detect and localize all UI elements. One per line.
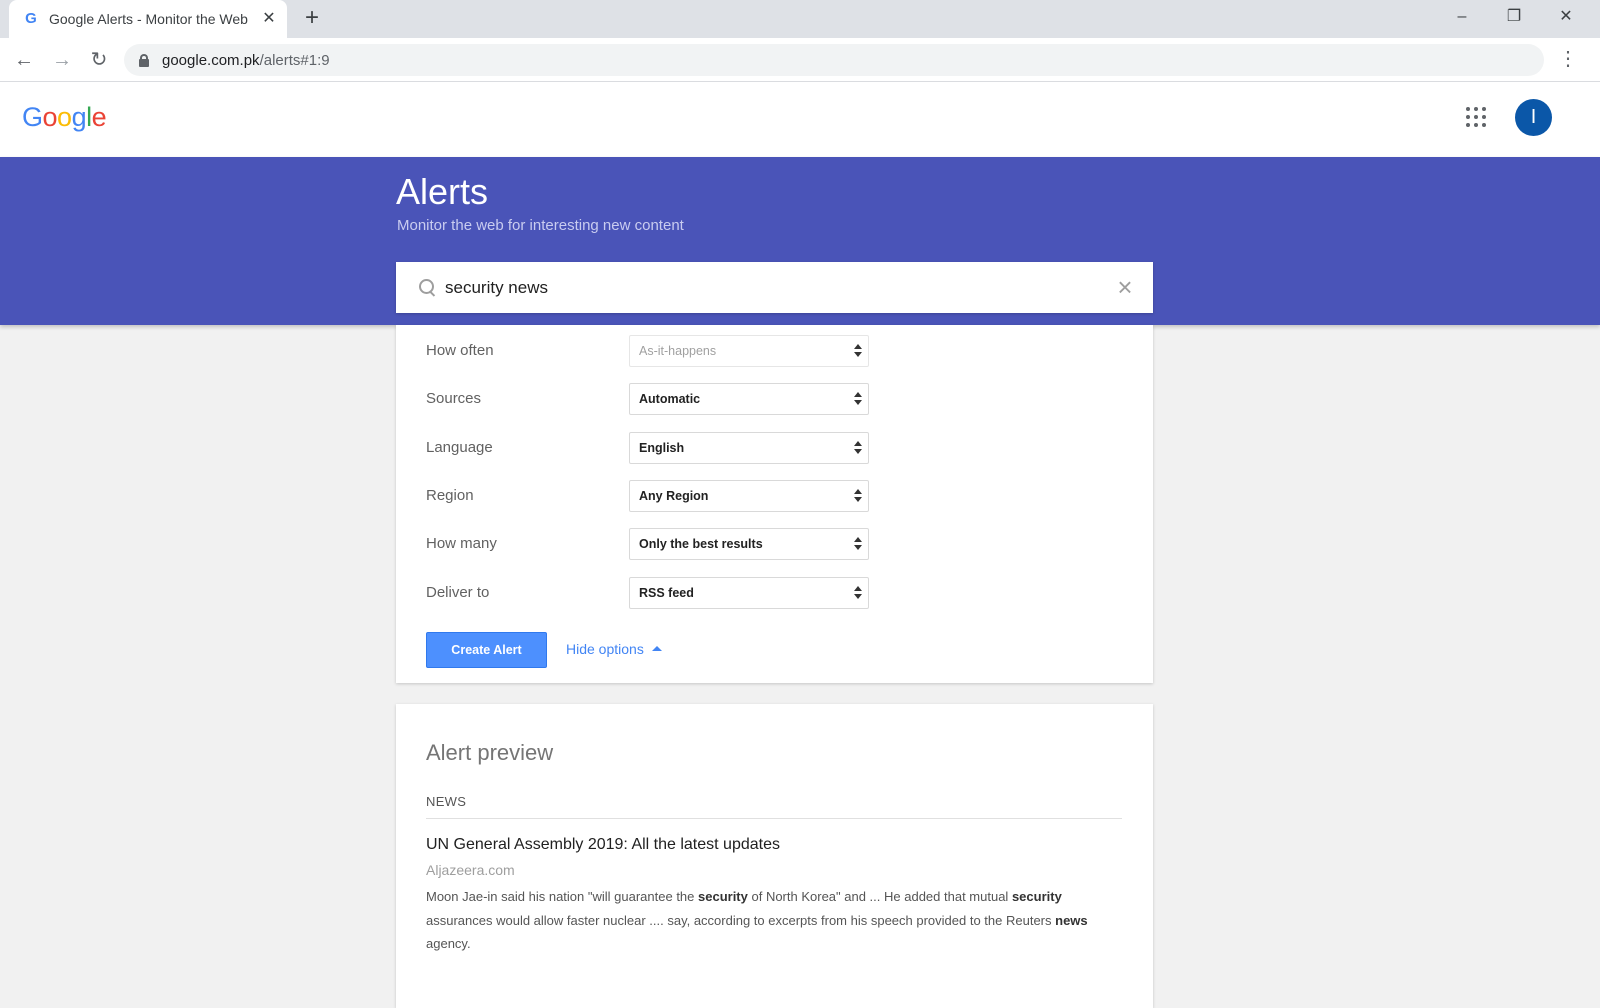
option-label: Language bbox=[426, 439, 493, 456]
section-divider bbox=[426, 818, 1122, 819]
logo-letter: o bbox=[42, 102, 58, 132]
how-often-select[interactable]: As-it-happens bbox=[629, 335, 869, 367]
select-value: RSS feed bbox=[639, 586, 694, 600]
new-tab-button[interactable]: + bbox=[300, 6, 324, 31]
sources-select[interactable]: Automatic bbox=[629, 383, 869, 415]
account-avatar[interactable]: I bbox=[1515, 99, 1552, 136]
logo-letter: o bbox=[57, 102, 72, 132]
browser-menu-icon[interactable]: ⋮ bbox=[1558, 48, 1578, 72]
option-row-deliver-to: Deliver to RSS feed bbox=[426, 577, 1126, 609]
select-value: As-it-happens bbox=[639, 344, 717, 358]
apps-grid-icon[interactable] bbox=[1466, 107, 1486, 127]
snippet-text: assurances would allow faster nuclear ..… bbox=[426, 912, 1056, 928]
option-label: Region bbox=[426, 487, 474, 504]
logo-letter: G bbox=[22, 102, 43, 132]
alerts-hero: Alerts Monitor the web for interesting n… bbox=[0, 157, 1600, 325]
browser-tab[interactable]: G Google Alerts - Monitor the Web ✕ bbox=[9, 0, 287, 38]
alert-query-field[interactable]: security news × bbox=[396, 262, 1153, 313]
alert-preview-panel: Alert preview NEWS UN General Assembly 2… bbox=[396, 704, 1153, 1008]
select-arrows-icon bbox=[854, 586, 862, 600]
select-value: Any Region bbox=[639, 489, 709, 503]
forward-arrow-icon[interactable]: → bbox=[48, 46, 76, 74]
back-arrow-icon[interactable]: ← bbox=[10, 46, 38, 74]
option-row-how-often: How often As-it-happens bbox=[426, 335, 1126, 367]
alert-query-input[interactable]: security news bbox=[445, 278, 1113, 298]
caret-up-icon bbox=[651, 646, 662, 651]
google-logo[interactable]: Google bbox=[22, 102, 107, 133]
google-favicon-icon: G bbox=[25, 10, 37, 27]
url-host: google.com.pk bbox=[162, 51, 260, 69]
option-label: Sources bbox=[426, 390, 482, 407]
close-window-icon[interactable]: ✕ bbox=[1540, 0, 1592, 34]
option-label: Deliver to bbox=[426, 584, 490, 601]
select-arrows-icon bbox=[854, 489, 862, 503]
language-select[interactable]: English bbox=[629, 432, 869, 464]
news-item-title[interactable]: UN General Assembly 2019: All the latest… bbox=[426, 836, 780, 854]
tab-title: Google Alerts - Monitor the Web bbox=[49, 11, 248, 27]
browser-tab-strip: G Google Alerts - Monitor the Web ✕ + – … bbox=[0, 0, 1600, 38]
option-row-language: Language English bbox=[426, 432, 1126, 464]
select-arrows-icon bbox=[854, 441, 862, 455]
alert-options-panel: How often As-it-happens Sources Automati… bbox=[396, 325, 1153, 683]
lock-icon bbox=[138, 54, 150, 67]
google-header: Google I bbox=[0, 82, 1600, 157]
select-value: Automatic bbox=[639, 392, 701, 406]
select-value: English bbox=[639, 441, 685, 455]
minimize-window-icon[interactable]: – bbox=[1436, 0, 1488, 34]
search-icon bbox=[418, 278, 438, 298]
news-item-source: Aljazeera.com bbox=[426, 862, 515, 878]
snippet-text: agency. bbox=[426, 936, 471, 951]
select-arrows-icon bbox=[854, 344, 862, 358]
how-many-select[interactable]: Only the best results bbox=[629, 528, 869, 560]
select-value: Only the best results bbox=[639, 537, 763, 551]
snippet-highlight: security bbox=[698, 889, 748, 904]
hide-options-link[interactable]: Hide options bbox=[566, 641, 662, 657]
url-text: google.com.pk/alerts#1:9 bbox=[162, 52, 330, 69]
preview-heading: Alert preview bbox=[426, 740, 554, 765]
preview-section-label: NEWS bbox=[426, 794, 467, 809]
region-select[interactable]: Any Region bbox=[629, 480, 869, 512]
snippet-text: Moon Jae-in said his nation "will guaran… bbox=[426, 889, 698, 904]
browser-toolbar: ← → ↻ google.com.pk/alerts#1:9 ⋮ bbox=[0, 38, 1600, 82]
clear-query-icon[interactable]: × bbox=[1113, 274, 1137, 300]
page-title: Alerts bbox=[396, 171, 489, 212]
create-alert-button[interactable]: Create Alert bbox=[426, 632, 547, 668]
address-bar[interactable]: google.com.pk/alerts#1:9 bbox=[124, 44, 1544, 76]
logo-letter: e bbox=[91, 102, 107, 132]
snippet-highlight: news bbox=[1055, 912, 1088, 928]
snippet-highlight: security bbox=[1011, 889, 1062, 904]
option-row-region: Region Any Region bbox=[426, 480, 1126, 512]
news-item-snippet: Moon Jae-in said his nation "will guaran… bbox=[426, 885, 1106, 956]
option-label: How often bbox=[426, 342, 494, 359]
deliver-to-select[interactable]: RSS feed bbox=[629, 577, 869, 609]
close-tab-icon[interactable]: ✕ bbox=[261, 11, 277, 27]
option-row-how-many: How many Only the best results bbox=[426, 528, 1126, 560]
reload-icon[interactable]: ↻ bbox=[85, 46, 113, 74]
page-subtitle: Monitor the web for interesting new cont… bbox=[397, 217, 684, 234]
option-label: How many bbox=[426, 535, 497, 552]
logo-letter: g bbox=[71, 102, 87, 132]
select-arrows-icon bbox=[854, 392, 862, 406]
snippet-text: of North Korea" and ... He added that mu… bbox=[747, 889, 1012, 904]
option-row-sources: Sources Automatic bbox=[426, 383, 1126, 415]
select-arrows-icon bbox=[854, 537, 862, 551]
url-path: /alerts#1:9 bbox=[259, 51, 330, 69]
restore-window-icon[interactable]: ❐ bbox=[1488, 0, 1540, 34]
hide-options-label: Hide options bbox=[566, 641, 644, 657]
